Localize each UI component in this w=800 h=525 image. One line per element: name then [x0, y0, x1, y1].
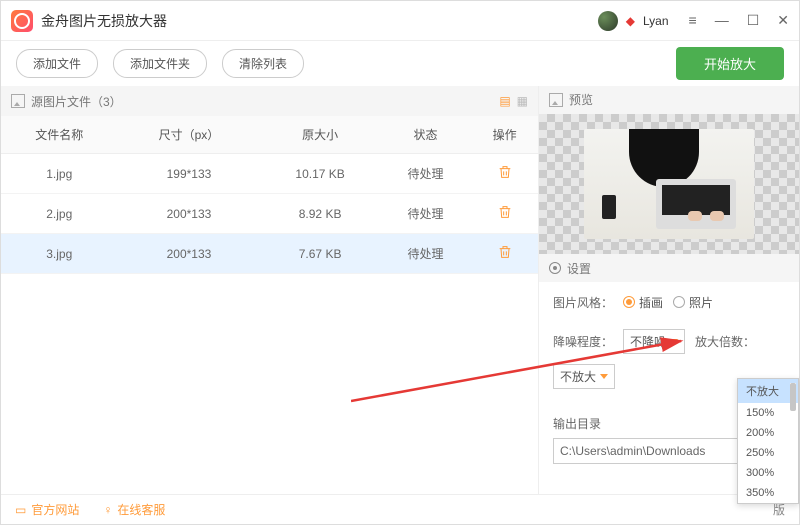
scale-select[interactable]: 不放大 — [553, 364, 615, 389]
cell-dimensions: 200*133 — [118, 194, 261, 234]
settings-header: 设置 — [539, 254, 799, 282]
cell-filename: 1.jpg — [1, 154, 118, 194]
official-site-link[interactable]: ▭ 官方网站 — [15, 501, 79, 518]
cell-dimensions: 200*133 — [118, 234, 261, 274]
right-pane: 预览 设置 图片风格： 插画 照片 降噪程度： 不降噪 放大倍数： 不放大 — [539, 86, 799, 494]
scale-dropdown: 不放大150%200%250%300%350% — [737, 378, 799, 504]
scale-option[interactable]: 150% — [738, 403, 798, 423]
settings-label: 设置 — [567, 260, 591, 277]
cell-orig-size: 10.17 KB — [260, 154, 379, 194]
toolbar: 添加文件 添加文件夹 清除列表 开始放大 — [1, 41, 799, 86]
delete-icon[interactable] — [497, 169, 513, 183]
preview-area — [539, 114, 799, 254]
app-title: 金舟图片无损放大器 — [41, 11, 598, 31]
cell-status: 待处理 — [380, 154, 472, 194]
app-logo-icon — [11, 10, 33, 32]
dropdown-scrollbar[interactable] — [790, 383, 796, 499]
source-files-header: 源图片文件（3） ▤ ▦ — [1, 86, 538, 116]
settings-radio-icon — [549, 262, 561, 274]
file-table: 文件名称 尺寸（px） 原大小 状态 操作 1.jpg199*13310.17 … — [1, 116, 538, 274]
content: 源图片文件（3） ▤ ▦ 文件名称 尺寸（px） 原大小 状态 操作 1.jpg… — [1, 86, 799, 494]
table-row[interactable]: 2.jpg200*1338.92 KB待处理 — [1, 194, 538, 234]
window-controls: ≡ — ☐ ✕ — [689, 12, 789, 29]
cell-filename: 3.jpg — [1, 234, 118, 274]
output-label: 输出目录 — [553, 415, 601, 432]
image-icon — [11, 94, 25, 108]
username: Lyan — [643, 14, 669, 28]
style-radio-photo[interactable]: 照片 — [673, 294, 713, 311]
titlebar: 金舟图片无损放大器 ◆ Lyan ≡ — ☐ ✕ — [1, 1, 799, 41]
denoise-label: 降噪程度： — [553, 333, 613, 350]
scale-option[interactable]: 250% — [738, 443, 798, 463]
clear-list-button[interactable]: 清除列表 — [222, 49, 304, 78]
user-area: ◆ Lyan — [598, 11, 689, 31]
start-enlarge-button[interactable]: 开始放大 — [676, 47, 784, 80]
cell-action — [471, 154, 538, 194]
cell-filename: 2.jpg — [1, 194, 118, 234]
caret-down-icon — [670, 339, 678, 344]
delete-icon[interactable] — [497, 209, 513, 223]
col-action: 操作 — [471, 116, 538, 154]
delete-icon[interactable] — [497, 249, 513, 263]
menu-button[interactable]: ≡ — [689, 12, 697, 29]
preview-header: 预览 — [539, 86, 799, 114]
cell-action — [471, 194, 538, 234]
cell-orig-size: 8.92 KB — [260, 194, 379, 234]
col-original-size: 原大小 — [260, 116, 379, 154]
denoise-select[interactable]: 不降噪 — [623, 329, 685, 354]
col-status: 状态 — [380, 116, 472, 154]
view-grid-icon[interactable]: ▦ — [517, 94, 528, 108]
style-radio-illustration[interactable]: 插画 — [623, 294, 663, 311]
source-files-label: 源图片文件（3） — [31, 93, 122, 110]
cell-action — [471, 234, 538, 274]
scale-option[interactable]: 300% — [738, 463, 798, 483]
add-file-button[interactable]: 添加文件 — [16, 49, 98, 78]
table-row[interactable]: 1.jpg199*13310.17 KB待处理 — [1, 154, 538, 194]
left-pane: 源图片文件（3） ▤ ▦ 文件名称 尺寸（px） 原大小 状态 操作 1.jpg… — [1, 86, 539, 494]
col-dimensions: 尺寸（px） — [118, 116, 261, 154]
gem-icon: ◆ — [626, 14, 635, 28]
cell-status: 待处理 — [380, 234, 472, 274]
globe-icon: ▭ — [15, 503, 26, 517]
scale-option[interactable]: 350% — [738, 483, 798, 503]
table-row[interactable]: 3.jpg200*1337.67 KB待处理 — [1, 234, 538, 274]
cell-status: 待处理 — [380, 194, 472, 234]
headset-icon: ♀ — [103, 503, 112, 517]
cell-orig-size: 7.67 KB — [260, 234, 379, 274]
settings-area: 图片风格： 插画 照片 降噪程度： 不降噪 放大倍数： 不放大 输出目录 不放大… — [539, 282, 799, 494]
maximize-button[interactable]: ☐ — [747, 12, 760, 29]
scale-option[interactable]: 200% — [738, 423, 798, 443]
style-label: 图片风格： — [553, 294, 613, 311]
cell-dimensions: 199*133 — [118, 154, 261, 194]
online-support-link[interactable]: ♀ 在线客服 — [103, 501, 165, 518]
caret-down-icon — [600, 374, 608, 379]
avatar[interactable] — [598, 11, 618, 31]
minimize-button[interactable]: — — [715, 12, 729, 29]
view-list-icon[interactable]: ▤ — [499, 94, 510, 108]
close-button[interactable]: ✕ — [777, 12, 789, 29]
col-filename: 文件名称 — [1, 116, 118, 154]
scale-label: 放大倍数： — [695, 333, 755, 350]
add-folder-button[interactable]: 添加文件夹 — [113, 49, 207, 78]
scale-option[interactable]: 不放大 — [738, 379, 798, 403]
footer: ▭ 官方网站 ♀ 在线客服 版 — [1, 494, 799, 524]
preview-icon — [549, 93, 563, 107]
preview-image — [584, 129, 754, 239]
preview-label: 预览 — [569, 91, 593, 108]
